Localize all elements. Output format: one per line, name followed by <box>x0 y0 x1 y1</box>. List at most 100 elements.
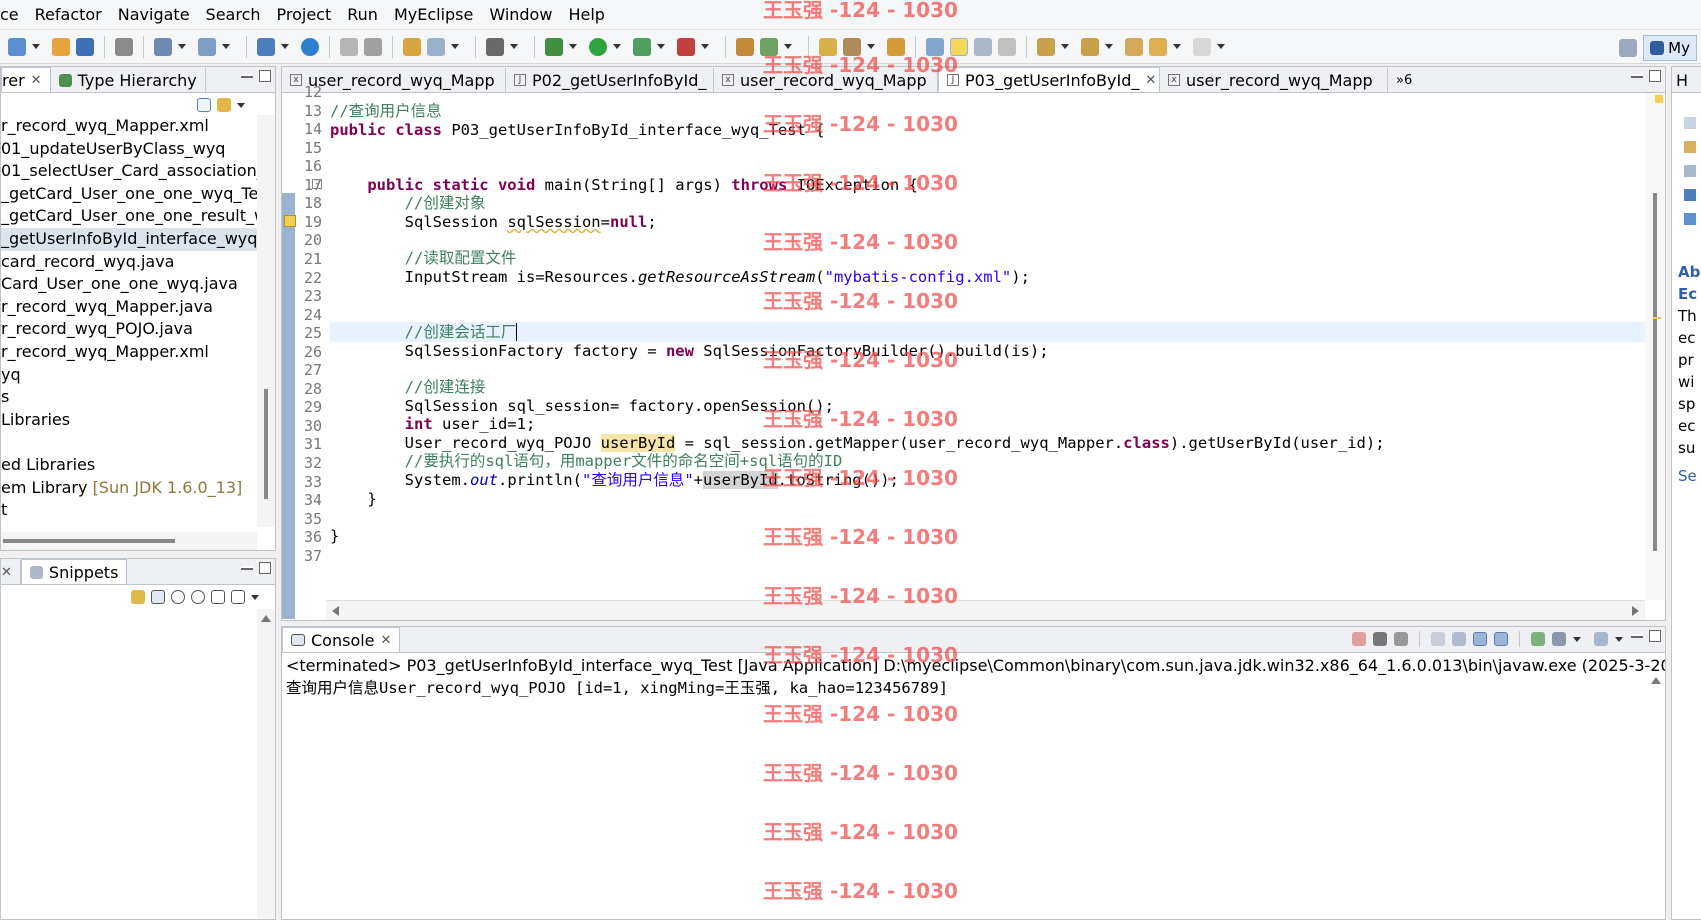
terminate-icon[interactable] <box>1352 632 1366 646</box>
tab-overflow[interactable]: »6 <box>1388 68 1420 92</box>
server-icon[interactable] <box>154 37 172 56</box>
close-icon[interactable]: ✕ <box>381 633 392 648</box>
close-icon[interactable]: ✕ <box>31 73 42 88</box>
run-config-icon[interactable] <box>633 37 651 56</box>
open-folder-icon[interactable] <box>819 37 837 56</box>
menu-window[interactable]: Window <box>481 5 560 24</box>
help-topic-icon[interactable] <box>1684 141 1696 153</box>
link-with-editor-icon[interactable] <box>217 98 231 112</box>
new-class-icon[interactable] <box>403 37 421 56</box>
remove-launch-icon[interactable] <box>1373 632 1387 646</box>
tree-item[interactable]: r_record_wyq_POJO.java <box>1 318 257 341</box>
tree-item[interactable]: 01_updateUserByClass_wyq <box>1 138 257 161</box>
edit-icon[interactable] <box>340 37 358 56</box>
menu-project[interactable]: Project <box>269 5 340 24</box>
forward-icon[interactable] <box>1193 37 1211 56</box>
editor-vscrollbar[interactable] <box>1645 93 1665 600</box>
perspective-myeclipse-button[interactable]: My <box>1643 35 1697 61</box>
minimize-icon[interactable] <box>1631 74 1643 78</box>
mark-occurrences-icon[interactable] <box>950 37 968 56</box>
editor-tab[interactable]: x user_record_wyq_Mapp <box>1160 68 1388 92</box>
browser-icon[interactable] <box>257 37 275 56</box>
open-type-icon[interactable] <box>52 37 70 56</box>
scrollbar-thumb[interactable] <box>3 539 175 543</box>
previous-annotation-icon[interactable] <box>1081 37 1099 56</box>
minimize-icon[interactable] <box>241 74 253 78</box>
chevron-down-icon[interactable] <box>657 44 665 49</box>
save-icon[interactable] <box>76 37 94 56</box>
pin-console-icon[interactable] <box>1531 632 1545 646</box>
scroll-up-icon[interactable] <box>1651 677 1661 684</box>
chevron-down-icon[interactable] <box>1217 44 1225 49</box>
zoom-page-icon[interactable] <box>231 590 245 604</box>
chevron-down-icon[interactable] <box>701 44 709 49</box>
new-java-project-icon[interactable] <box>736 37 754 56</box>
tree-item[interactable]: _getCard_User_one_one_result_wy <box>1 205 275 228</box>
editor-tab[interactable]: J P02_getUserInfoById_ <box>506 68 714 92</box>
console-vscrollbar[interactable] <box>1647 673 1665 919</box>
tree-item[interactable]: em Library [Sun JDK 1.6.0_13] <box>1 477 257 500</box>
menu-myeclipse[interactable]: MyEclipse <box>386 5 481 24</box>
editor-hscrollbar[interactable] <box>326 600 1645 620</box>
view-menu-icon[interactable] <box>251 594 259 600</box>
warning-marker-icon[interactable] <box>284 215 296 227</box>
chevron-down-icon[interactable] <box>613 44 621 49</box>
chevron-down-icon[interactable] <box>222 44 230 49</box>
last-edit-icon[interactable] <box>1125 37 1143 56</box>
tree-item[interactable]: Libraries <box>1 409 257 432</box>
chevron-down-icon[interactable] <box>867 44 875 49</box>
block-selection-icon[interactable] <box>974 37 992 56</box>
chevron-down-icon[interactable] <box>1173 44 1181 49</box>
back-icon[interactable] <box>1149 37 1167 56</box>
new-wizard-icon[interactable] <box>8 37 26 56</box>
tab-console[interactable]: Console ✕ <box>282 627 401 652</box>
chevron-down-icon[interactable] <box>1105 44 1113 49</box>
tree-item[interactable]: card_record_wyq.java <box>1 251 257 274</box>
explorer-hscrollbar[interactable] <box>1 532 257 550</box>
chevron-down-icon[interactable] <box>32 44 40 49</box>
globe-icon[interactable] <box>301 37 319 56</box>
chevron-down-icon[interactable] <box>1573 636 1581 642</box>
console-output-area[interactable]: <terminated> P03_getUserInfoById_interfa… <box>282 653 1665 919</box>
tab-package-explorer[interactable]: rer ✕ <box>1 67 51 92</box>
show-whitespace-icon[interactable] <box>998 37 1016 56</box>
menu-navigate[interactable]: Navigate <box>110 5 198 24</box>
maximize-icon[interactable] <box>1649 630 1661 642</box>
chevron-down-icon[interactable] <box>451 44 459 49</box>
maximize-icon[interactable] <box>259 70 271 82</box>
collapse-all-icon[interactable] <box>197 98 211 112</box>
close-icon[interactable]: ✕ <box>1 565 12 580</box>
tree-item[interactable]: r_record_wyq_Mapper.xml <box>1 341 257 364</box>
zoom-fit-icon[interactable] <box>151 590 165 604</box>
view-menu-icon[interactable] <box>237 102 245 108</box>
tree-item[interactable]: yq <box>1 364 257 387</box>
tree-item[interactable]: r_record_wyq_Mapper.xml <box>1 115 257 138</box>
terminal-icon[interactable] <box>486 37 504 56</box>
minimize-icon[interactable] <box>1631 634 1643 638</box>
scrollbar-thumb[interactable] <box>264 389 268 499</box>
print-icon[interactable] <box>115 37 133 56</box>
globe-disabled-icon[interactable] <box>427 37 445 56</box>
pen-icon[interactable] <box>843 37 861 56</box>
run-icon[interactable] <box>589 37 607 56</box>
debug-icon[interactable] <box>545 37 563 56</box>
chevron-down-icon[interactable] <box>178 44 186 49</box>
tree-item[interactable]: ed Libraries <box>1 454 257 477</box>
scroll-up-icon[interactable] <box>261 615 271 622</box>
help-topic-icon[interactable] <box>1684 213 1696 225</box>
display-console-icon[interactable] <box>1552 632 1566 646</box>
fold-marker-icon[interactable]: - <box>312 179 322 189</box>
next-annotation-icon[interactable] <box>1037 37 1055 56</box>
show-on-stderr-icon[interactable] <box>1494 632 1508 646</box>
tree-item[interactable]: 01_selectUser_Card_association_wy <box>1 160 275 183</box>
tab-hidden[interactable]: ✕ <box>1 560 21 584</box>
scroll-lock-icon[interactable] <box>1452 632 1466 646</box>
toggle-breadcrumb-icon[interactable] <box>926 37 944 56</box>
search-folder-icon[interactable] <box>887 37 905 56</box>
link-icon[interactable] <box>131 590 145 604</box>
scroll-left-icon[interactable] <box>332 606 339 616</box>
explorer-vscrollbar[interactable] <box>257 115 275 527</box>
chevron-down-icon[interactable] <box>569 44 577 49</box>
tab-type-hierarchy[interactable]: Type Hierarchy <box>51 68 206 92</box>
tree-item[interactable] <box>1 431 257 454</box>
